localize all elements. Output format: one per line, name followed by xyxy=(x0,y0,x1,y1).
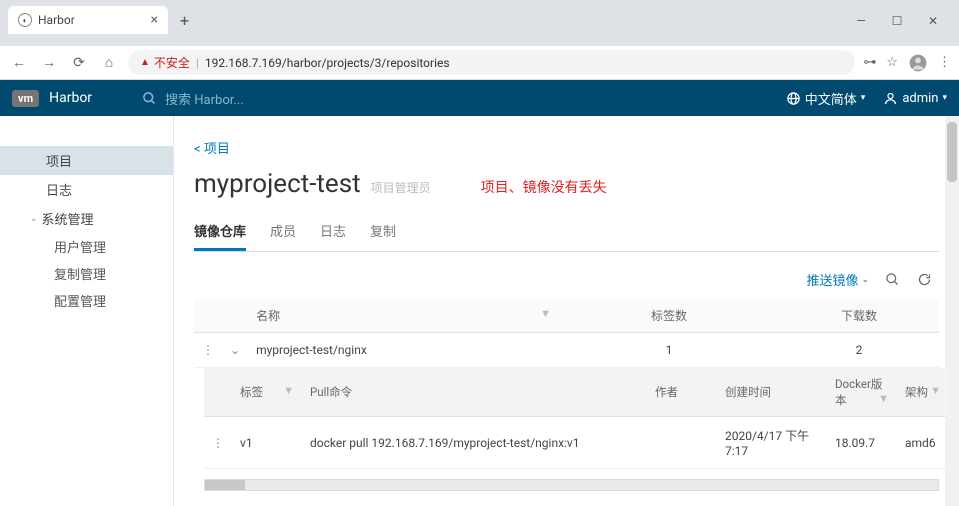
repo-row[interactable]: ⋮ ⌄ myproject-test/nginx 1 2 xyxy=(194,333,939,368)
expand-toggle[interactable]: ⌄ xyxy=(222,333,248,368)
window-maximize-button[interactable]: ☐ xyxy=(879,8,915,34)
tag-created: 2020/4/17 下午7:17 xyxy=(717,417,827,469)
tag-arch: amd6 xyxy=(897,417,949,469)
repo-downloads: 2 xyxy=(779,333,939,368)
language-selector[interactable]: 中文简体 ▾ xyxy=(786,89,866,108)
col-created: 创建时间 xyxy=(717,368,827,417)
col-pull: Pull命令 xyxy=(302,368,647,417)
browser-chrome: ◐ Harbor × + — ☐ ✕ xyxy=(0,0,959,46)
repo-table: 名称▼ 标签数 下载数 ⋮ ⌄ myproject-test/nginx 1 2 xyxy=(194,299,939,368)
scrollbar-horizontal[interactable] xyxy=(204,479,939,491)
breadcrumb-back[interactable]: < 项目 xyxy=(194,138,230,157)
sidebar-item-config[interactable]: 配置管理 xyxy=(0,287,173,314)
vmware-logo: vm xyxy=(12,90,39,107)
window-close-button[interactable]: ✕ xyxy=(915,8,951,34)
insecure-badge: 不安全 xyxy=(140,54,190,71)
search-icon[interactable] xyxy=(883,271,901,289)
filter-icon[interactable]: ▼ xyxy=(540,307,551,320)
repo-name[interactable]: myproject-test/nginx xyxy=(248,333,559,368)
sidebar: 项目 日志 ⌄ 系统管理 用户管理 复制管理 配置管理 xyxy=(0,116,174,506)
col-downloads: 下载数 xyxy=(779,299,939,333)
tag-row[interactable]: ⋮ v1 docker pull 192.168.7.169/myproject… xyxy=(204,417,949,469)
col-docker: Docker版本▼ xyxy=(827,368,897,417)
row-actions-icon[interactable]: ⋮ xyxy=(194,333,222,368)
col-arch: 架构▼ xyxy=(897,368,949,417)
repo-name[interactable]: myproject-test/cirros xyxy=(248,497,559,506)
repo-downloads: 0 xyxy=(779,497,939,506)
sidebar-group-admin[interactable]: ⌄ 系统管理 xyxy=(0,204,173,233)
globe-icon xyxy=(786,91,801,106)
tab-title: Harbor xyxy=(38,13,75,27)
tab-members[interactable]: 成员 xyxy=(270,213,296,251)
row-actions-icon[interactable]: ⋮ xyxy=(204,417,232,469)
search-icon xyxy=(142,91,157,106)
sidebar-item-logs[interactable]: 日志 xyxy=(0,175,173,204)
repo-tag-count: 1 xyxy=(559,497,779,506)
project-title: myproject-test xyxy=(194,169,361,199)
repo-table: ⋮ ⌄ myproject-test/cirros 1 0 xyxy=(194,497,939,506)
tag-name: v1 xyxy=(232,417,302,469)
role-label: 项目管理员 xyxy=(371,179,431,196)
nav-reload-button[interactable]: ⟳ xyxy=(68,52,90,74)
tag-docker: 18.09.7 xyxy=(827,417,897,469)
chevron-down-icon: ▾ xyxy=(942,93,947,103)
tab-replication[interactable]: 复制 xyxy=(370,213,396,251)
browser-tab[interactable]: ◐ Harbor × xyxy=(8,6,168,34)
col-tags: 标签数 xyxy=(559,299,779,333)
pull-command: docker pull 192.168.7.169/myproject-test… xyxy=(302,417,647,469)
sidebar-item-projects[interactable]: 项目 xyxy=(0,146,173,175)
tab-repositories[interactable]: 镜像仓库 xyxy=(194,213,246,251)
chevron-down-icon: ⌄ xyxy=(861,275,869,285)
tab-close-icon[interactable]: × xyxy=(151,12,158,28)
expand-toggle[interactable]: ⌄ xyxy=(222,497,248,506)
nav-back-button[interactable]: ← xyxy=(8,52,30,74)
key-icon[interactable]: ⊶ xyxy=(863,55,876,70)
nav-home-button[interactable]: ⌂ xyxy=(98,52,120,74)
tab-logs[interactable]: 日志 xyxy=(320,213,346,251)
star-icon[interactable]: ☆ xyxy=(886,55,898,70)
row-actions-icon[interactable]: ⋮ xyxy=(194,497,222,506)
push-image-link[interactable]: 推送镜像⌄ xyxy=(806,270,869,289)
browser-address-bar: ← → ⟳ ⌂ 不安全 | 192.168.7.169/harbor/proje… xyxy=(0,46,959,80)
window-minimize-button[interactable]: — xyxy=(843,8,879,34)
project-tabs: 镜像仓库 成员 日志 复制 xyxy=(194,213,939,252)
user-menu[interactable]: admin ▾ xyxy=(883,91,947,106)
col-name: 名称▼ xyxy=(248,299,559,333)
new-tab-button[interactable]: + xyxy=(172,7,197,34)
col-tag: 标签▼ xyxy=(232,368,302,417)
scrollbar-vertical[interactable] xyxy=(945,116,959,506)
url-text: 192.168.7.169/harbor/projects/3/reposito… xyxy=(205,56,450,70)
repo-row[interactable]: ⋮ ⌄ myproject-test/cirros 1 0 xyxy=(194,497,939,506)
tag-table: 标签▼ Pull命令 作者 创建时间 Docker版本▼ 架构▼ ⋮ v1 do… xyxy=(204,368,949,469)
repo-tag-count: 1 xyxy=(559,333,779,368)
app-name: Harbor xyxy=(49,90,92,106)
user-icon xyxy=(883,91,898,106)
filter-icon[interactable]: ▼ xyxy=(283,384,294,397)
filter-icon[interactable]: ▼ xyxy=(878,392,889,405)
global-search[interactable]: 搜索 Harbor... xyxy=(142,89,244,108)
tag-author xyxy=(647,417,717,469)
sidebar-item-replication[interactable]: 复制管理 xyxy=(0,260,173,287)
sidebar-item-user-mgmt[interactable]: 用户管理 xyxy=(0,233,173,260)
nav-forward-button[interactable]: → xyxy=(38,52,60,74)
chevron-down-icon: ▾ xyxy=(861,93,866,103)
refresh-icon[interactable] xyxy=(915,271,933,289)
url-bar[interactable]: 不安全 | 192.168.7.169/harbor/projects/3/re… xyxy=(128,50,855,75)
favicon-icon: ◐ xyxy=(18,13,32,27)
app-header: vm Harbor 搜索 Harbor... 中文简体 ▾ admin ▾ xyxy=(0,80,959,116)
filter-icon[interactable]: ▼ xyxy=(930,384,941,397)
col-author: 作者 xyxy=(647,368,717,417)
main-content: < 项目 myproject-test 项目管理员 项目、镜像没有丢失 镜像仓库… xyxy=(174,116,959,506)
chevron-down-icon: ⌄ xyxy=(30,214,38,224)
annotation-note: 项目、镜像没有丢失 xyxy=(481,177,607,197)
profile-icon[interactable] xyxy=(908,53,928,73)
menu-icon[interactable]: ⋮ xyxy=(938,55,951,70)
